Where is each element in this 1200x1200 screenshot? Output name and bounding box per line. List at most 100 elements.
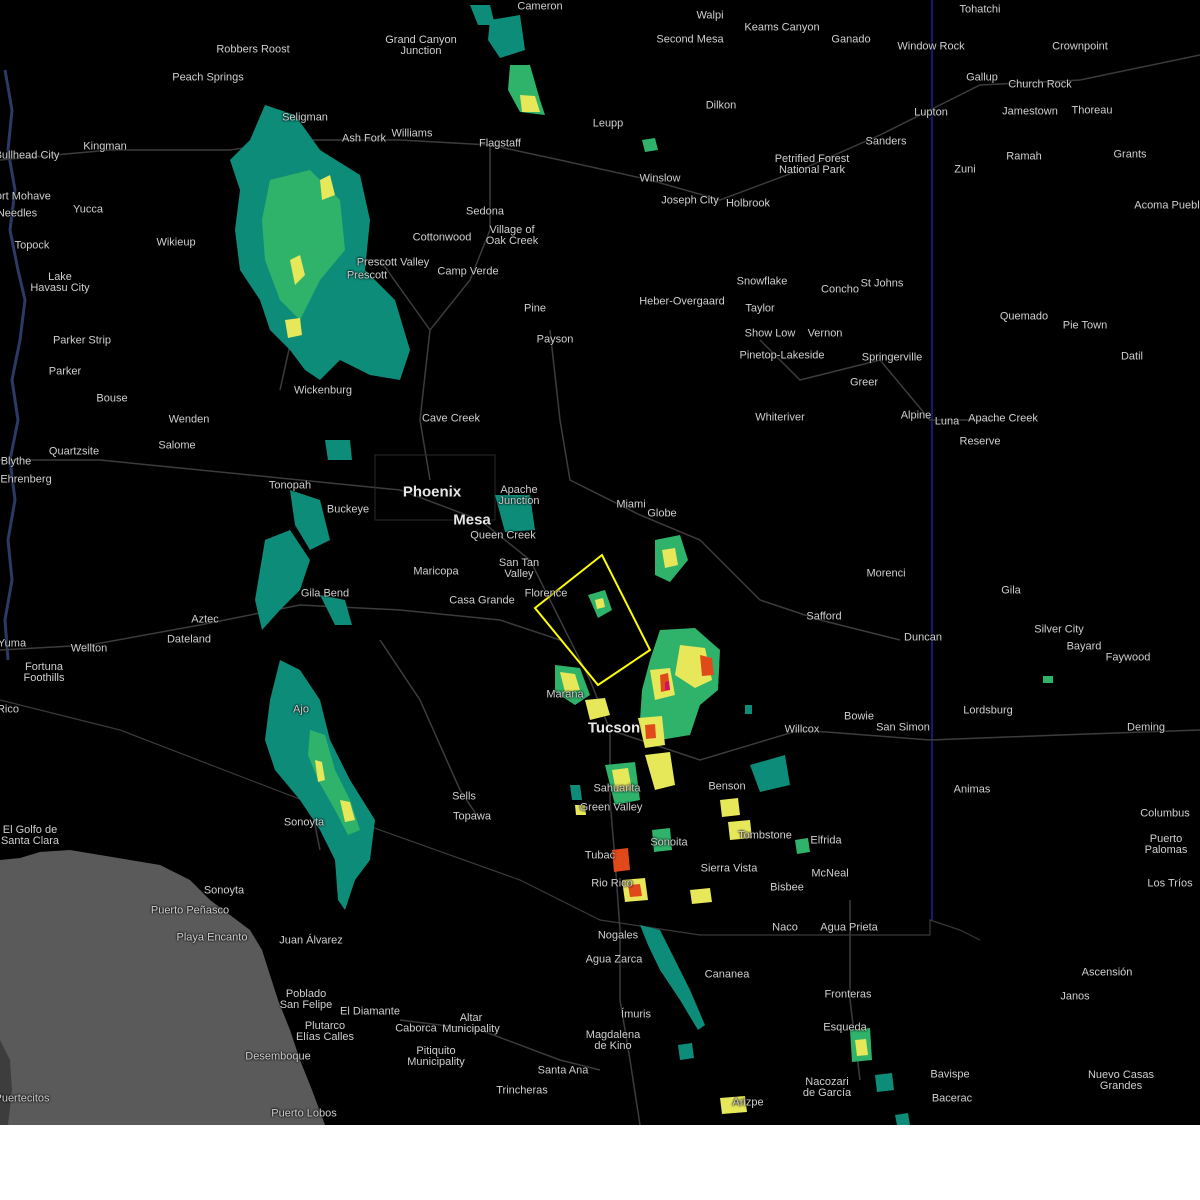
place-label-crownpoint: Crownpoint xyxy=(1052,40,1108,53)
place-label-petrified: Petrified Forest National Park xyxy=(774,153,850,176)
place-label-gallup: Gallup xyxy=(966,71,998,84)
place-label-cananea: Cananea xyxy=(704,968,750,981)
place-label-quemado: Quemado xyxy=(999,310,1049,323)
place-label-aztec: Aztec xyxy=(191,613,219,626)
place-label-puertopenasco: Puerto Peñasco xyxy=(150,904,230,917)
echo-west-band-mid xyxy=(255,530,310,630)
place-label-cavecreek: Cave Creek xyxy=(421,412,481,425)
place-label-havasu: Lake Havasu City xyxy=(30,271,90,294)
place-label-puertolobos: Puerto Lobos xyxy=(271,1107,337,1120)
place-label-greenvalley: Green Valley xyxy=(579,801,643,814)
place-label-phoenix: Phoenix xyxy=(402,483,462,501)
place-label-lordsburg: Lordsburg xyxy=(963,704,1013,717)
place-label-florence: Florence xyxy=(524,587,568,600)
place-label-salome: Salome xyxy=(158,439,196,452)
place-label-poblado: Poblado San Felipe xyxy=(279,988,333,1011)
place-label-naco: Naco xyxy=(772,921,798,934)
place-label-grants: Grants xyxy=(1113,148,1147,161)
place-label-sells: Sells xyxy=(452,790,476,803)
place-label-windowrock: Window Rock xyxy=(897,40,965,53)
place-label-ramah: Ramah xyxy=(1006,150,1042,163)
place-label-apachecreek: Apache Creek xyxy=(968,412,1038,425)
place-label-fortmohave: Fort Mohave xyxy=(0,190,51,203)
place-label-silvercity: Silver City xyxy=(1034,623,1084,636)
place-label-caborca: Caborca xyxy=(395,1022,437,1035)
place-label-springerville: Springerville xyxy=(861,351,923,364)
place-label-wikieup: Wikieup xyxy=(156,236,196,249)
place-label-prescott: Prescott xyxy=(346,269,388,282)
place-label-quartzsite: Quartzsite xyxy=(48,445,100,458)
place-label-willcox: Willcox xyxy=(784,723,820,736)
place-label-janos: Janos xyxy=(1060,990,1090,1003)
place-label-prescottvalley: Prescott Valley xyxy=(356,256,430,269)
place-label-dilkon: Dilkon xyxy=(705,99,737,112)
place-label-cottonwood: Cottonwood xyxy=(412,231,472,244)
place-label-fortuna: Fortuna Foothills xyxy=(23,661,65,684)
place-label-morenci: Morenci xyxy=(866,567,906,580)
place-label-marana: Marana xyxy=(546,688,584,701)
place-label-dateland: Dateland xyxy=(166,633,212,646)
place-label-puertopalomas: Puerto Palomas xyxy=(1144,833,1188,856)
place-label-gila: Gila xyxy=(1001,584,1021,597)
place-label-kingman: Kingman xyxy=(83,140,127,153)
place-label-sahuarita: Sahuarita xyxy=(593,782,641,795)
place-label-nogales: Nogales xyxy=(597,929,639,942)
place-label-desemboque: Desemboque xyxy=(245,1050,311,1063)
place-label-miami: Miami xyxy=(616,498,646,511)
place-label-stjohns: St Johns xyxy=(860,277,904,290)
place-label-sonoita: Sonoita xyxy=(650,836,688,849)
place-label-lostrios: Los Tríos xyxy=(1147,877,1193,890)
place-label-buckeye: Buckeye xyxy=(326,503,370,516)
place-label-churchrock: Church Rock xyxy=(1008,78,1072,91)
place-label-datil: Datil xyxy=(1120,350,1144,363)
place-label-sansimon: San Simon xyxy=(876,721,930,734)
place-label-bowie: Bowie xyxy=(844,710,874,723)
place-label-apachejunction: Apache Junction xyxy=(498,484,540,507)
place-label-faywood: Faywood xyxy=(1105,651,1151,664)
place-label-sedona: Sedona xyxy=(466,205,504,218)
place-label-maricopa: Maricopa xyxy=(413,565,459,578)
place-label-fronteras: Fronteras xyxy=(824,988,872,1001)
place-label-tombstone: Tombstone xyxy=(738,829,792,842)
place-label-playaencanto: Playa Encanto xyxy=(176,931,248,944)
place-label-parkerstrip: Parker Strip xyxy=(52,334,112,347)
place-label-snowflake: Snowflake xyxy=(736,275,788,288)
place-label-leupp: Leupp xyxy=(592,117,624,130)
radar-map[interactable]: Cameron Tohatchi Walpi Keams Canyon Robbers … xyxy=(0,0,1200,1125)
place-label-mcneal: McNeal xyxy=(811,867,849,880)
place-label-yucca: Yucca xyxy=(73,203,103,216)
place-label-ashfork: Ash Fork xyxy=(341,132,387,145)
place-label-taylor: Taylor xyxy=(745,302,775,315)
place-label-pietown: Pie Town xyxy=(1062,319,1108,332)
place-label-williams: Williams xyxy=(391,127,433,140)
place-label-deming: Deming xyxy=(1127,721,1165,734)
place-label-heber: Heber-Overgaard xyxy=(639,295,725,308)
place-label-plutarco: Plutarco Elías Calles xyxy=(295,1020,355,1043)
place-label-robbers: Robbers Roost xyxy=(216,43,290,56)
place-label-winslow: Winslow xyxy=(639,172,681,185)
place-label-elgolfo: El Golfo de Santa Clara xyxy=(0,824,60,847)
place-label-secondmesa: Second Mesa xyxy=(656,33,724,46)
place-label-benson: Benson xyxy=(708,780,746,793)
place-label-santan: San Tan Valley xyxy=(498,557,540,580)
gulf-coast-land xyxy=(0,850,325,1125)
place-label-pine: Pine xyxy=(523,302,547,315)
place-label-whiteriver: Whiteriver xyxy=(755,411,805,424)
place-label-acoma: Acoma Pueblo xyxy=(1134,199,1200,212)
place-label-keams: Keams Canyon xyxy=(744,21,820,34)
place-label-zuni: Zuni xyxy=(954,163,976,176)
place-label-peachsprings: Peach Springs xyxy=(172,71,244,84)
footer-blank xyxy=(0,1125,1200,1200)
place-label-bouse: Bouse xyxy=(96,392,128,405)
place-label-safford: Safford xyxy=(806,610,842,623)
place-label-payson: Payson xyxy=(536,333,574,346)
place-label-magdalena: Magdalena de Kino xyxy=(585,1029,641,1052)
place-label-esqueda: Esqueda xyxy=(823,1021,867,1034)
place-label-globe: Globe xyxy=(647,507,677,520)
place-label-cameron: Cameron xyxy=(517,0,563,13)
place-label-altar: Altar Municipality xyxy=(442,1012,500,1035)
place-label-greer: Greer xyxy=(849,376,879,389)
place-label-bisbee: Bisbee xyxy=(770,881,804,894)
place-label-alpine: Alpine xyxy=(900,409,932,422)
place-label-tonopah: Tonopah xyxy=(268,479,312,492)
